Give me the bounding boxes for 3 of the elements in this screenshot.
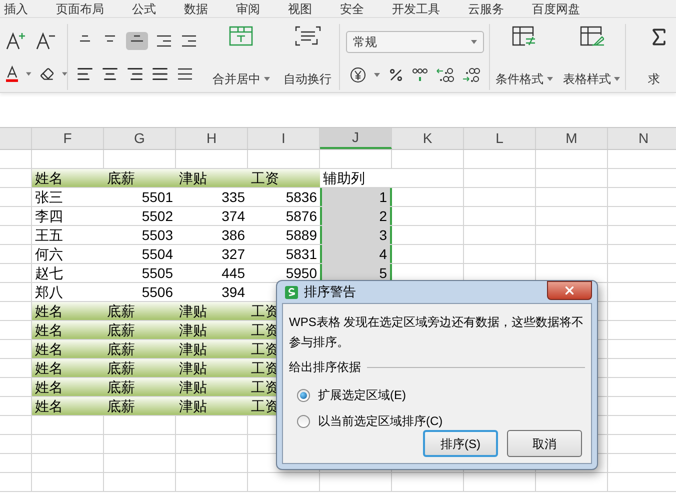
group-label: 给出排序依据 — [289, 359, 361, 376]
dialog-title: 排序警告 — [304, 283, 356, 302]
warning-message: WPS表格 发现在选定区域旁边还有数据，这些数据将不参与排序。 — [289, 314, 585, 351]
